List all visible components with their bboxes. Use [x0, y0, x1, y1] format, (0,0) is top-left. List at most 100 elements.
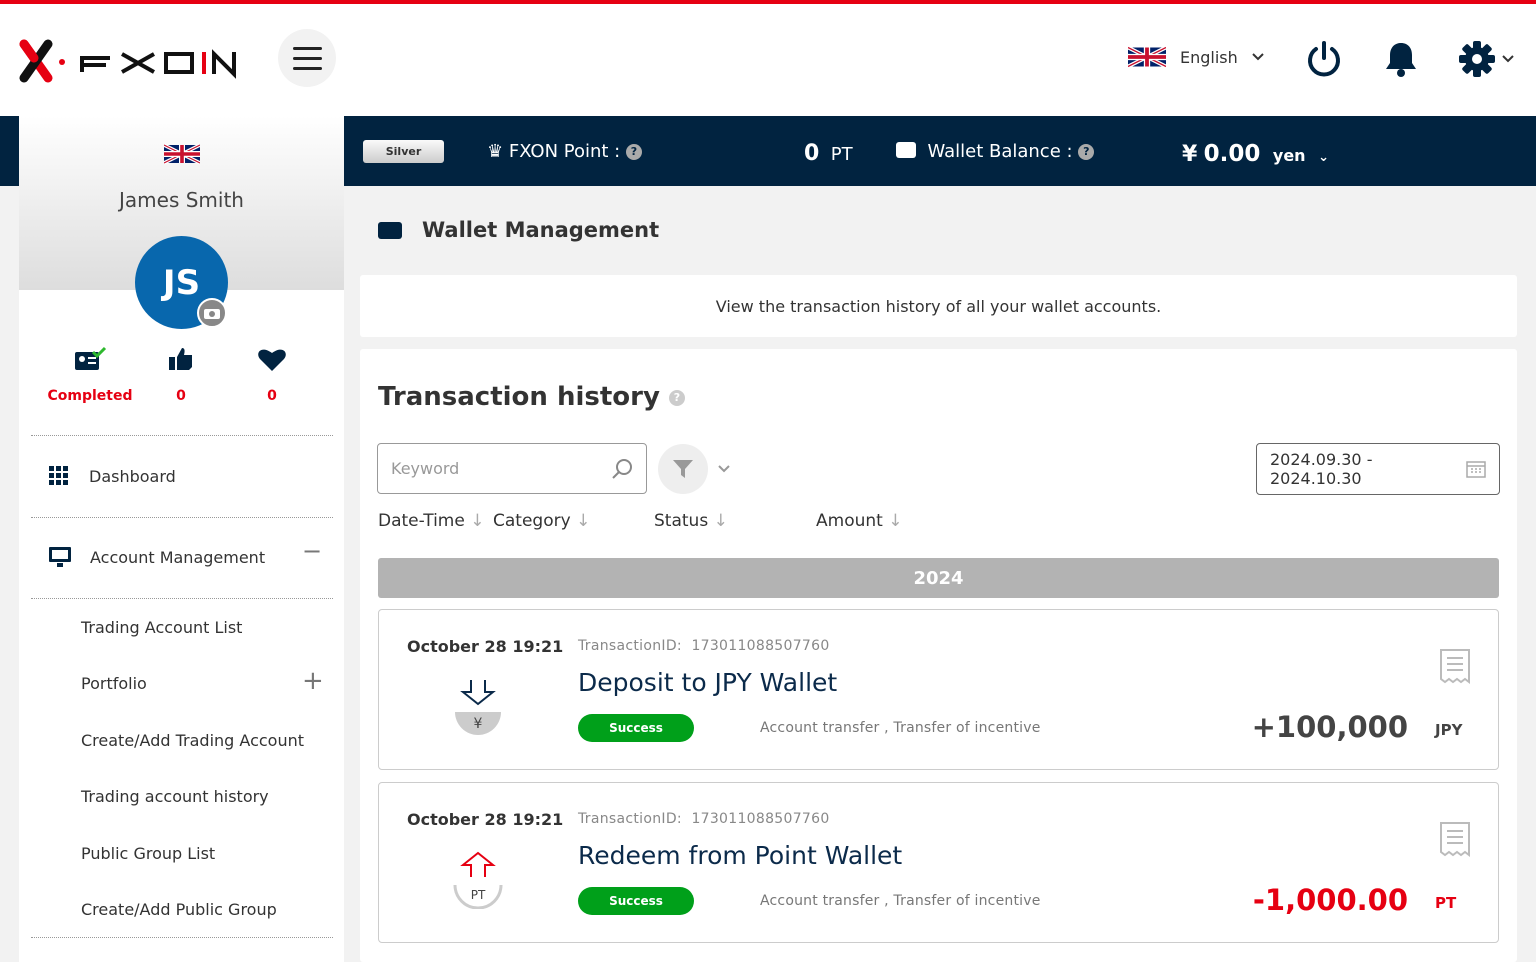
section-title: Transaction history ?: [378, 382, 685, 412]
chevron-down-icon: ⌄: [1318, 150, 1330, 165]
date-range-picker[interactable]: 2024.09.30 - 2024.10.30: [1256, 443, 1500, 495]
column-header-date-time[interactable]: Date-Time ↓: [378, 511, 484, 531]
thumbs-up-icon: [169, 348, 192, 370]
transaction-id-label: TransactionID:: [578, 638, 682, 654]
point-value: 0: [804, 141, 820, 166]
help-icon[interactable]: ?: [668, 390, 685, 406]
divider: [31, 598, 333, 599]
page-title-text: Wallet Management: [422, 218, 660, 242]
column-header-status[interactable]: Status ↓: [654, 511, 728, 531]
divider: [31, 517, 333, 518]
sort-icon: ↓: [470, 511, 485, 531]
sidebar-subitem[interactable]: Portfolio +: [19, 666, 344, 696]
divider: [31, 937, 333, 938]
chevron-down-icon[interactable]: [718, 465, 730, 473]
subitem-label: Create/Add Public Group: [81, 899, 277, 919]
sidebar-subitem[interactable]: Trading account history: [19, 785, 344, 807]
bell-icon[interactable]: [1384, 40, 1418, 78]
gear-icon: [1459, 41, 1495, 77]
settings-menu[interactable]: [1458, 40, 1514, 78]
sort-icon: ↓: [888, 511, 903, 531]
stat-value: 0: [176, 388, 186, 404]
point-balance: 0 PT: [804, 141, 853, 166]
likes-stat[interactable]: 0: [131, 346, 231, 404]
wallet-icon: [378, 221, 402, 239]
search-icon[interactable]: [611, 458, 633, 480]
description-text: View the transaction history of all your…: [715, 296, 1162, 316]
wallet-balance: Wallet Balance : ?: [896, 141, 1095, 162]
sidebar-subitem[interactable]: Create/Add Public Group: [19, 898, 344, 920]
section-title-text: Transaction history: [378, 382, 660, 412]
transaction-datetime: October 28 19:21: [407, 810, 564, 829]
sidebar: James Smith JS Completed 0 0 Dashboard A…: [19, 116, 344, 962]
help-icon[interactable]: ?: [625, 144, 642, 160]
collapse-icon[interactable]: −: [302, 537, 322, 565]
uk-flag-icon: [1128, 45, 1166, 69]
wallet-icon: [896, 142, 916, 158]
transaction-category: Account transfer , Transfer of incentive: [760, 893, 1041, 909]
column-label: Date-Time: [378, 511, 465, 531]
column-header-amount[interactable]: Amount ↓: [816, 511, 902, 531]
transaction-amount: -1,000.00: [1252, 883, 1408, 917]
keyword-placeholder: Keyword: [391, 459, 460, 478]
power-icon[interactable]: [1306, 40, 1342, 78]
chevron-down-icon: [1252, 53, 1264, 61]
sidebar-item-dashboard[interactable]: Dashboard: [19, 462, 344, 490]
camera-icon[interactable]: [197, 298, 227, 328]
receipt-icon[interactable]: [1439, 648, 1471, 686]
date-range-value: 2024.09.30 - 2024.10.30: [1270, 450, 1373, 488]
sort-icon: ↓: [576, 511, 591, 531]
point-label: FXON Point :: [508, 141, 621, 162]
expand-icon[interactable]: +: [302, 666, 324, 696]
transaction-category: Account transfer , Transfer of incentive: [760, 720, 1041, 736]
top-header: English: [0, 4, 1536, 116]
fxon-logo[interactable]: [18, 38, 236, 88]
transaction-id-value: 173011088507760: [691, 638, 830, 654]
stat-value: 0: [267, 388, 277, 404]
status-badge: Success: [578, 887, 694, 915]
receipt-icon[interactable]: [1439, 821, 1471, 859]
language-selector[interactable]: English: [1128, 44, 1264, 70]
transaction-title: Deposit to JPY Wallet: [578, 668, 838, 697]
transaction-item[interactable]: October 28 19:21 TransactionID: 17301108…: [378, 782, 1499, 943]
id-card-check-icon: [75, 346, 107, 370]
subitem-label: Trading Account List: [81, 617, 243, 637]
profile-status[interactable]: Completed: [40, 346, 140, 404]
point-unit: PT: [830, 144, 853, 165]
column-header-category[interactable]: Category ↓: [493, 511, 590, 531]
menu-button[interactable]: [278, 29, 336, 87]
sort-icon: ↓: [713, 511, 728, 531]
favorites-stat[interactable]: 0: [222, 346, 322, 404]
wallet-amount-selector[interactable]: ¥ 0.00 yen ⌄: [1182, 141, 1329, 167]
sidebar-subitem[interactable]: Trading Account List: [19, 616, 344, 638]
wallet-label: Wallet Balance :: [927, 141, 1073, 162]
currency-symbol: ¥: [1182, 142, 1198, 167]
icon-text: PT: [471, 888, 486, 902]
transaction-id: TransactionID: 173011088507760: [578, 638, 830, 654]
sidebar-subitem[interactable]: Create/Add Trading Account: [19, 729, 344, 751]
rank-badge: Silver: [363, 140, 444, 163]
sidebar-item-label: Dashboard: [89, 466, 176, 486]
year-divider: 2024: [378, 558, 1499, 598]
calendar-icon: [1466, 461, 1486, 478]
profile-name: James Smith: [119, 188, 244, 212]
transaction-id-value: 173011088507760: [691, 811, 830, 827]
subitem-label: Public Group List: [81, 843, 216, 863]
transaction-id: TransactionID: 173011088507760: [578, 811, 830, 827]
uk-flag-icon: [162, 143, 201, 165]
transaction-currency: PT: [1435, 894, 1457, 912]
chevron-down-icon: [1502, 55, 1514, 63]
help-icon[interactable]: ?: [1078, 144, 1095, 160]
sidebar-subitem[interactable]: Public Group List: [19, 842, 344, 864]
stat-label: Completed: [47, 388, 133, 404]
keyword-search-input[interactable]: Keyword: [377, 443, 647, 494]
transaction-item[interactable]: October 28 19:21 TransactionID: 17301108…: [378, 609, 1499, 770]
crown-icon: ♛: [487, 141, 504, 162]
sidebar-item-account-management[interactable]: Account Management −: [19, 537, 344, 571]
transaction-amount: +100,000: [1251, 710, 1408, 744]
wallet-value: 0.00: [1203, 141, 1261, 167]
filter-button[interactable]: [658, 444, 708, 494]
description-card: View the transaction history of all your…: [360, 275, 1517, 337]
divider: [31, 435, 333, 436]
deposit-yen-icon: ¥: [455, 680, 501, 735]
